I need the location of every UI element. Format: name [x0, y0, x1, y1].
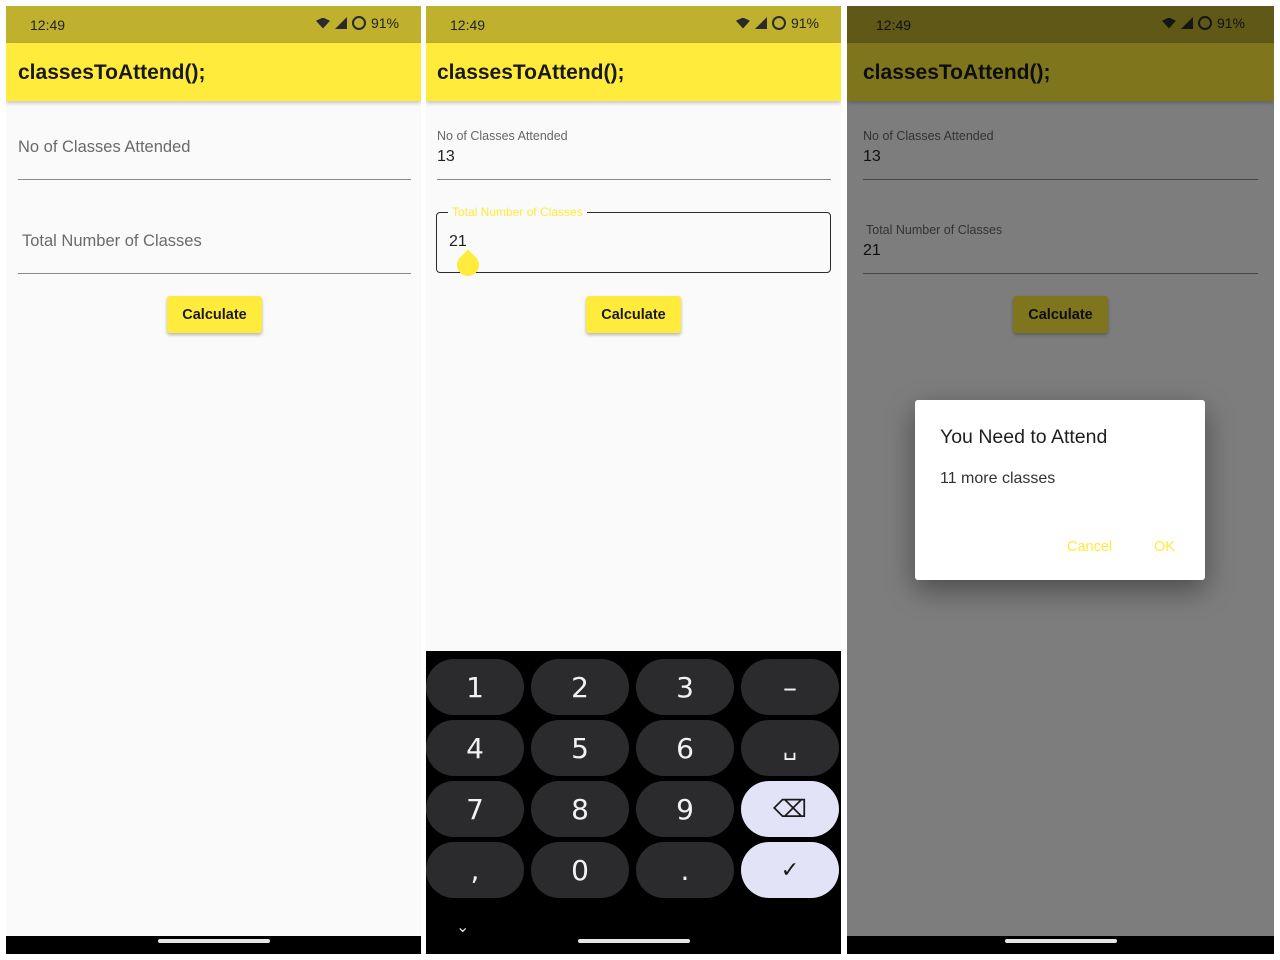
attended-underline: [18, 179, 411, 180]
total-underline: [18, 273, 411, 274]
attended-placeholder: No of Classes Attended: [18, 138, 191, 156]
key-8[interactable]: 8: [531, 781, 629, 837]
dialog-title: You Need to Attend: [940, 426, 1108, 448]
result-dialog: You Need to Attend 11 more classes Cance…: [915, 400, 1205, 580]
battery-icon: [771, 16, 786, 30]
key-5[interactable]: 5: [531, 720, 629, 776]
total-placeholder: Total Number of Classes: [22, 232, 202, 250]
status-bar: 12:49 91%: [6, 6, 421, 43]
dialog-message: 11 more classes: [940, 470, 1056, 487]
key-2[interactable]: 2: [531, 659, 629, 715]
calculate-button[interactable]: Calculate: [586, 296, 681, 333]
screen-typing: 12:49 91% classesToAttend(); No of Class…: [426, 6, 841, 954]
attended-value: 13: [437, 148, 455, 165]
screen-result-dialog: 12:49 91% classesToAttend(); No of Class…: [847, 6, 1274, 954]
battery-icon: [351, 16, 366, 30]
numeric-keyboard: 1 2 3 – 4 5 6 ␣ 7 8 9 ⌫ , 0 . ✓ ⌄: [426, 651, 841, 954]
app-bar: classesToAttend();: [426, 43, 841, 101]
app-title: classesToAttend();: [437, 61, 625, 84]
key-minus[interactable]: –: [741, 659, 839, 715]
app-bar: classesToAttend();: [6, 43, 421, 101]
home-gesture-pill[interactable]: [157, 939, 270, 943]
navigation-bar: [6, 936, 421, 954]
checkmark-icon[interactable]: ✓: [741, 842, 839, 898]
battery-level: 91%: [370, 15, 399, 31]
total-input[interactable]: Total Number of Classes: [18, 208, 411, 275]
attended-label: No of Classes Attended: [437, 129, 568, 143]
battery-level: 91%: [790, 15, 819, 31]
key-1[interactable]: 1: [426, 659, 524, 715]
status-time: 12:49: [450, 17, 486, 33]
status-bar: 12:49 91%: [426, 6, 841, 43]
calculate-button[interactable]: Calculate: [167, 296, 262, 333]
total-value: 21: [449, 233, 467, 250]
attended-input[interactable]: No of Classes Attended: [18, 114, 411, 181]
screen-empty-form: 12:49 91% classesToAttend(); No of Class…: [6, 6, 421, 954]
chevron-down-icon[interactable]: ⌄: [456, 917, 469, 936]
navigation-bar: [426, 936, 841, 954]
key-9[interactable]: 9: [636, 781, 734, 837]
attended-underline: [437, 179, 831, 180]
wifi-icon: [735, 17, 750, 29]
attended-input[interactable]: No of Classes Attended 13: [437, 114, 831, 181]
signal-icon: [754, 17, 767, 29]
key-comma[interactable]: ,: [426, 842, 524, 898]
home-gesture-pill[interactable]: [1004, 939, 1117, 943]
app-title: classesToAttend();: [18, 61, 206, 84]
status-time: 12:49: [30, 17, 66, 33]
ok-button[interactable]: OK: [1154, 539, 1175, 555]
key-0[interactable]: 0: [531, 842, 629, 898]
cancel-button[interactable]: Cancel: [1067, 539, 1112, 555]
home-gesture-pill[interactable]: [577, 939, 690, 943]
key-6[interactable]: 6: [636, 720, 734, 776]
key-3[interactable]: 3: [636, 659, 734, 715]
navigation-bar: [847, 936, 1274, 954]
total-input-focused[interactable]: [436, 212, 831, 273]
total-floating-label: Total Number of Classes: [448, 205, 587, 219]
backspace-icon[interactable]: ⌫: [741, 781, 839, 837]
key-period[interactable]: .: [636, 842, 734, 898]
wifi-icon: [315, 17, 330, 29]
key-4[interactable]: 4: [426, 720, 524, 776]
key-space-icon[interactable]: ␣: [741, 720, 839, 776]
signal-icon: [334, 17, 347, 29]
key-7[interactable]: 7: [426, 781, 524, 837]
